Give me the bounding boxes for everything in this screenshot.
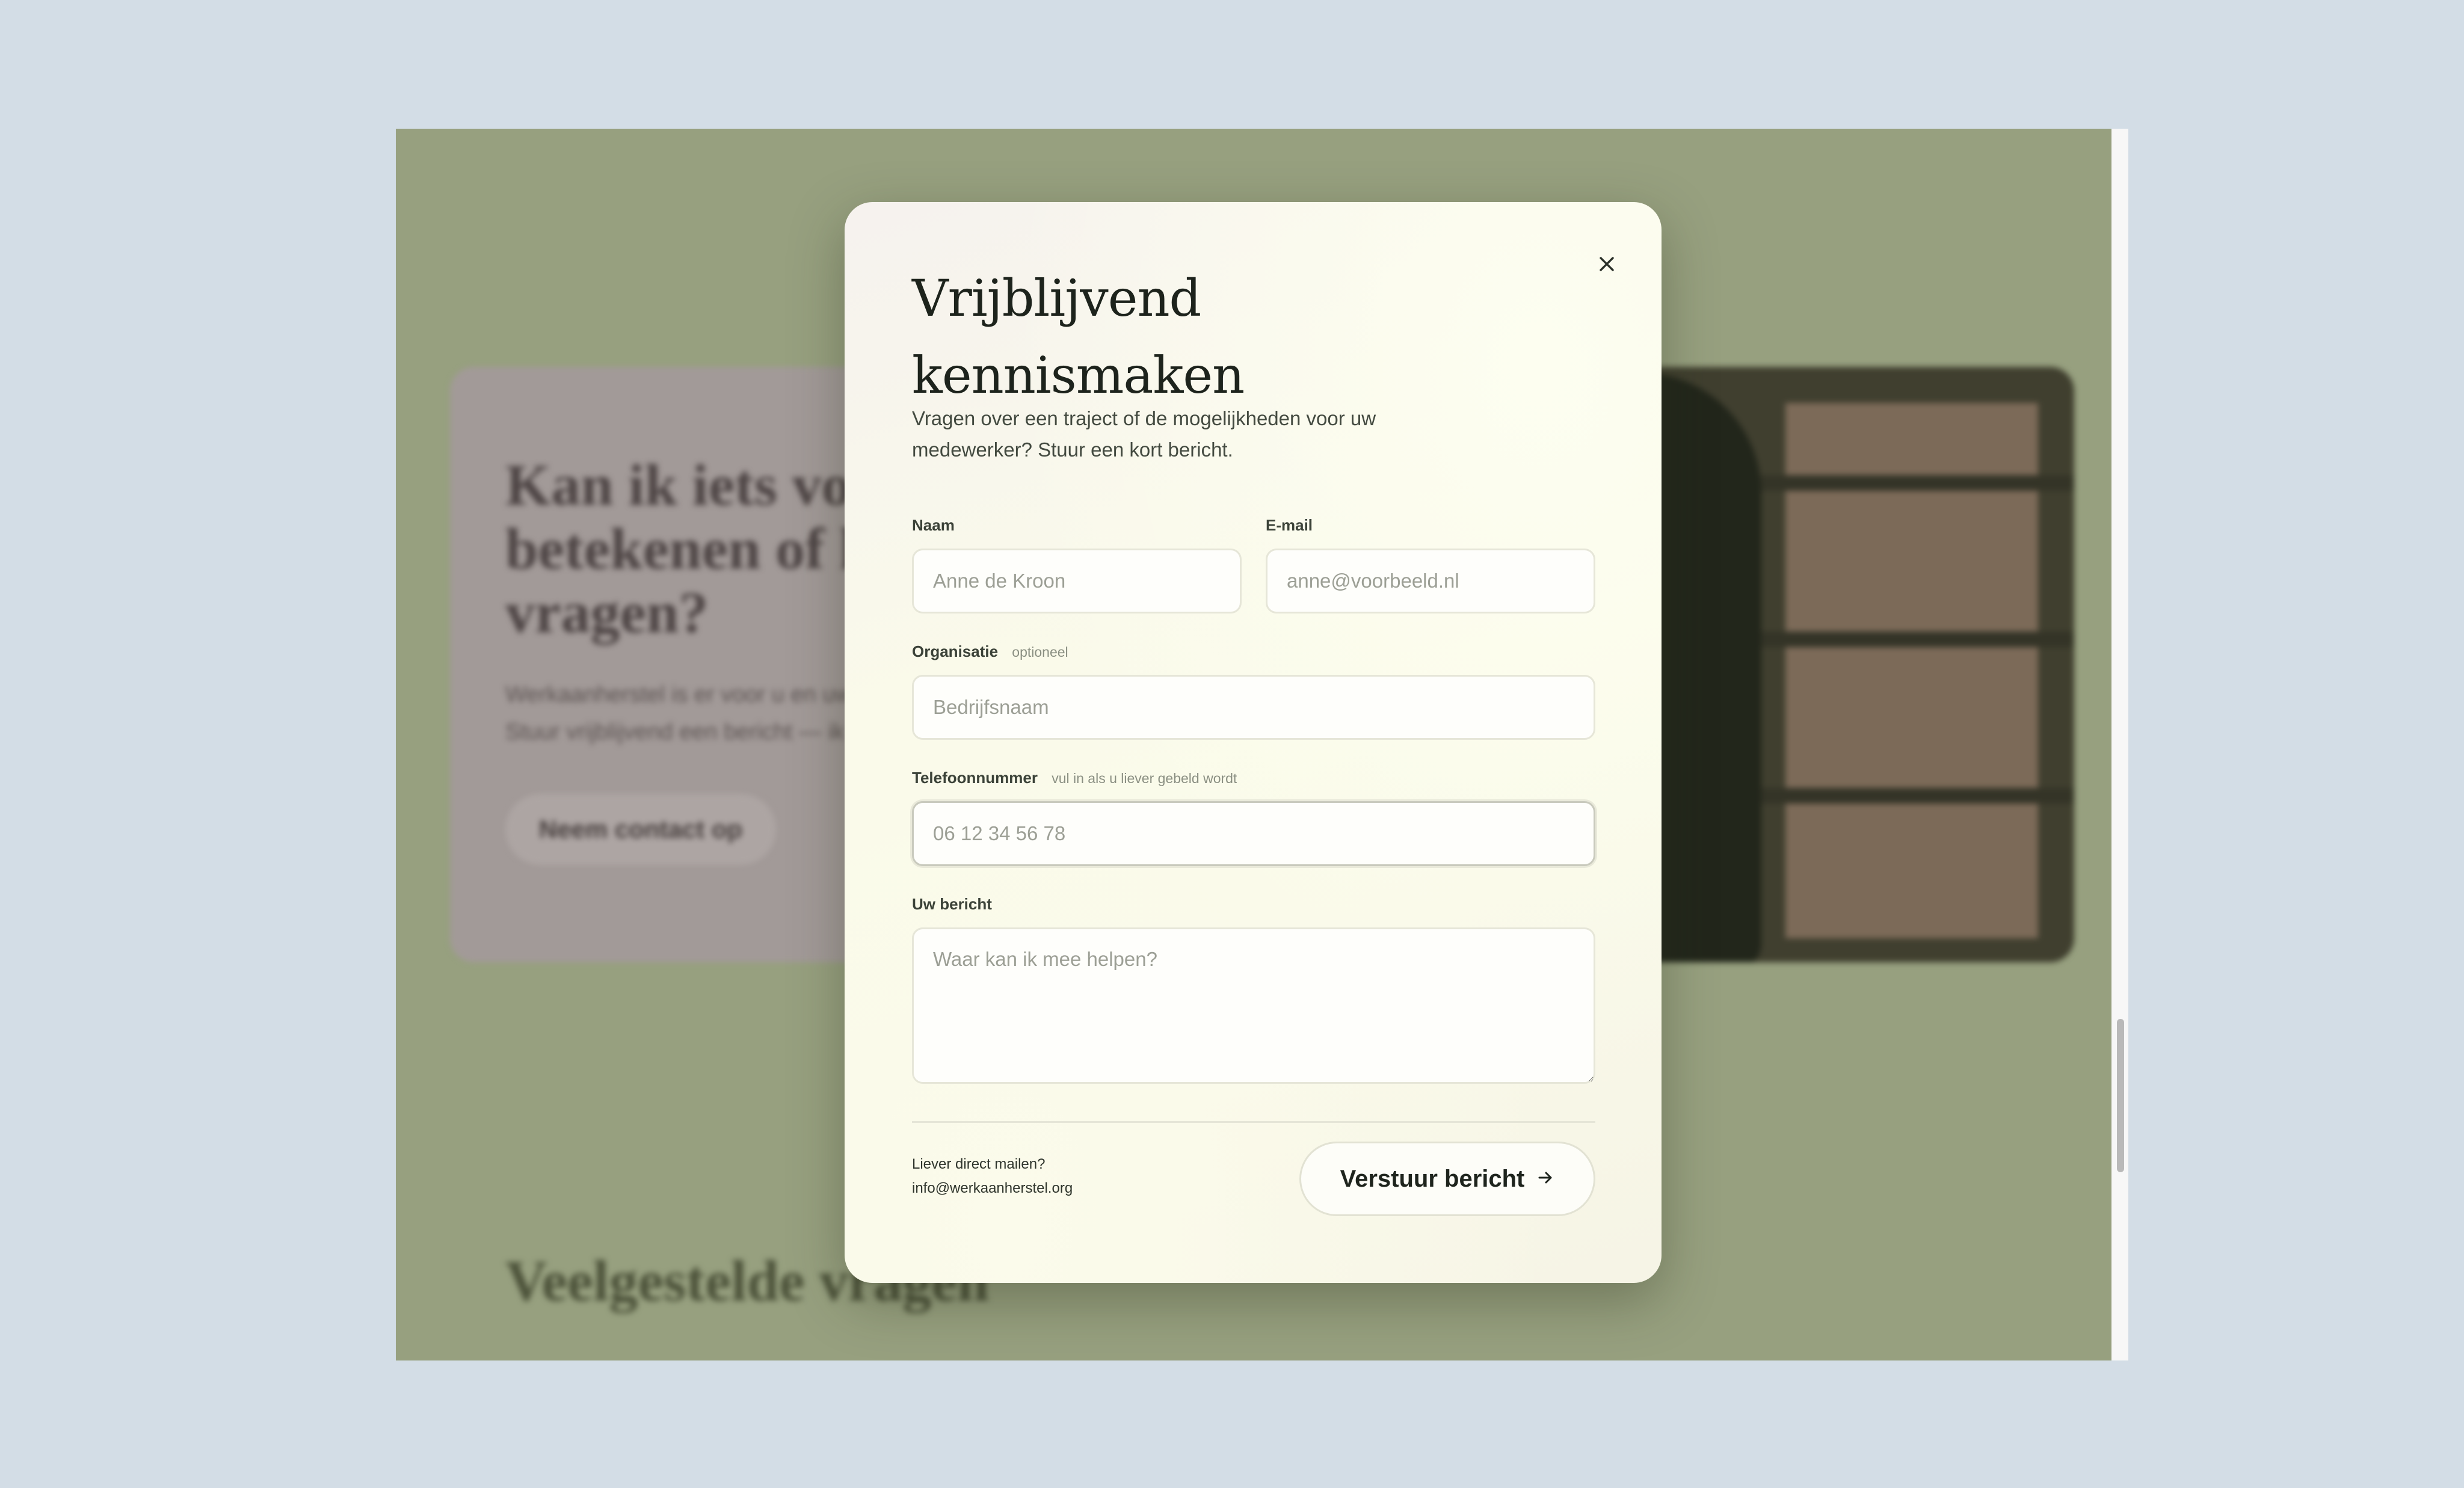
contact-modal: Vrijblijvend kennismaken Vragen over een… <box>845 202 1662 1283</box>
name-input[interactable] <box>912 549 1242 613</box>
phone-label: Telefoonnummer vul in als u liever gebel… <box>912 769 1237 787</box>
email-label-text: E-mail <box>1266 516 1313 534</box>
arrow-right-icon <box>1536 1166 1554 1193</box>
contact-card-button: Neem contact op <box>505 794 776 865</box>
organization-input[interactable] <box>912 675 1595 740</box>
organization-label: Organisatie optioneel <box>912 642 1068 661</box>
page-scrollbar[interactable] <box>2111 129 2128 1360</box>
mail-prompt: Liever direct mailen? <box>912 1156 1046 1172</box>
phone-input[interactable] <box>912 801 1595 866</box>
close-icon[interactable] <box>1586 243 1628 285</box>
message-textarea[interactable] <box>912 927 1595 1084</box>
message-label-text: Uw bericht <box>912 895 992 913</box>
submit-button[interactable]: Verstuur bericht <box>1299 1142 1595 1216</box>
email-input[interactable] <box>1266 549 1595 613</box>
message-label: Uw bericht <box>912 895 992 914</box>
name-label-text: Naam <box>912 516 955 534</box>
direct-mail-block: Liever direct mailen? info@werkaanherste… <box>912 1152 1073 1201</box>
scrollbar-thumb[interactable] <box>2117 1019 2124 1172</box>
email-label: E-mail <box>1266 516 1313 535</box>
organization-hint: optioneel <box>1012 644 1068 660</box>
modal-intro: Vragen over een traject of de mogelijkhe… <box>912 407 1376 461</box>
mail-address-link[interactable]: info@werkaanherstel.org <box>912 1176 1073 1201</box>
modal-title: Vrijblijvend kennismaken <box>912 269 1245 405</box>
phone-label-text: Telefoonnummer <box>912 769 1038 787</box>
phone-hint: vul in als u liever gebeld wordt <box>1052 770 1237 786</box>
organization-label-text: Organisatie <box>912 642 999 660</box>
name-label: Naam <box>912 516 955 535</box>
footer-divider <box>912 1121 1595 1123</box>
submit-button-label: Verstuur bericht <box>1340 1165 1525 1192</box>
